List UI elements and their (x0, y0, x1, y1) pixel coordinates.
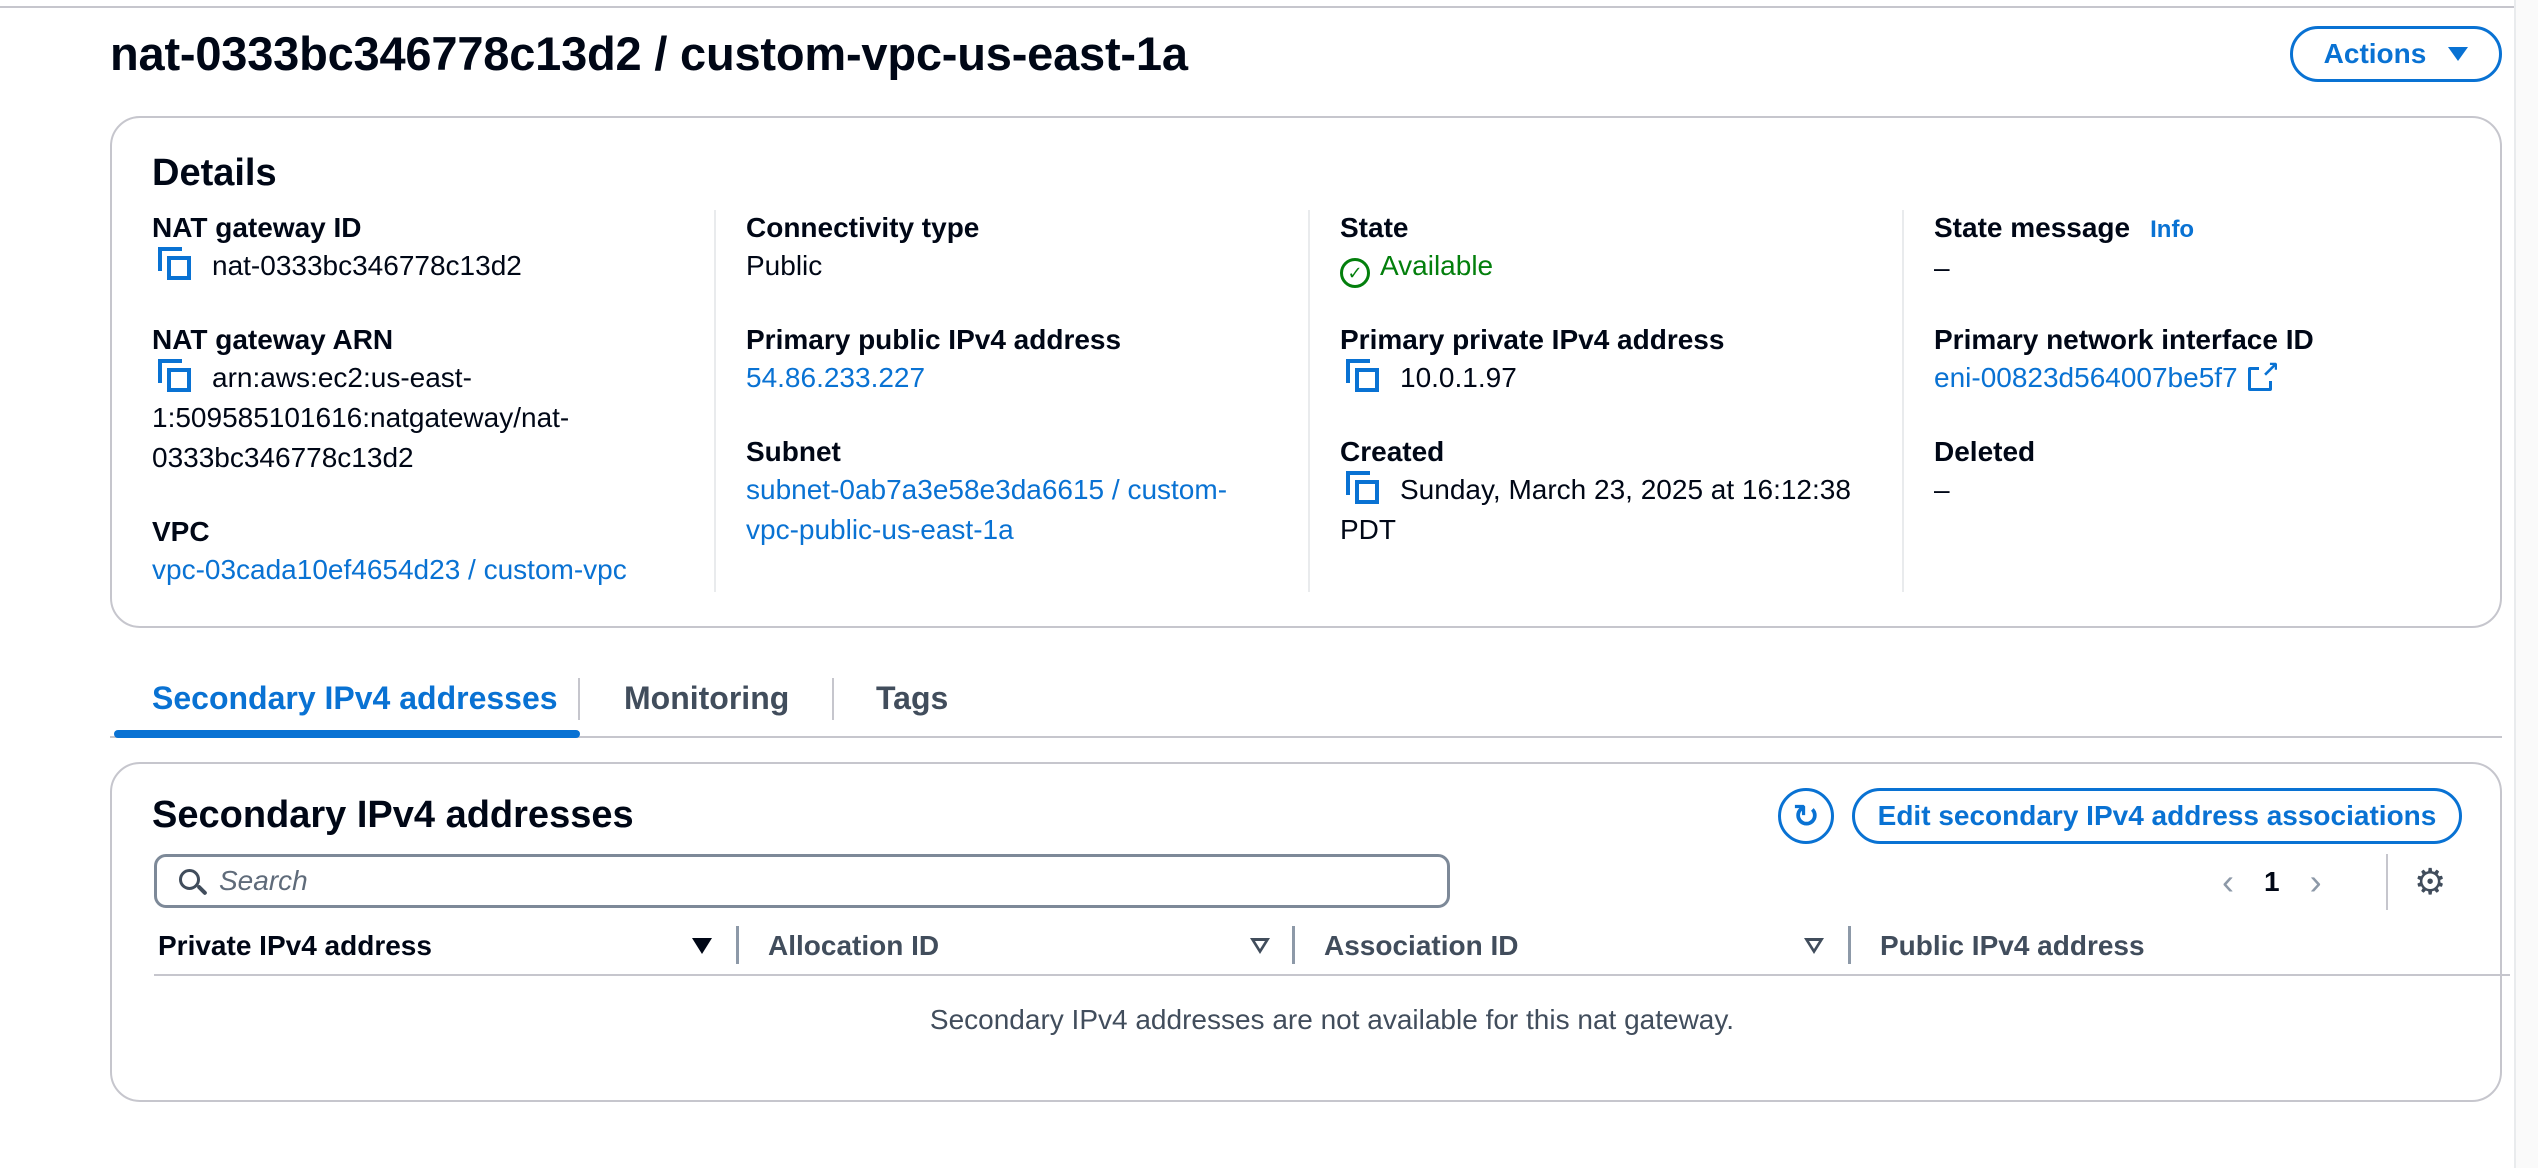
search-placeholder: Search (219, 865, 308, 896)
details-column-2: Connectivity type Public Primary public … (746, 210, 1286, 592)
nat-gateway-arn-line1: arn:aws:ec2:us-east- (212, 362, 472, 393)
info-link[interactable]: Info (2150, 216, 2194, 243)
vpc-label: VPC (152, 516, 210, 547)
tab-monitoring[interactable]: Monitoring (624, 680, 789, 717)
state-message-label: State message (1934, 212, 2131, 243)
check-circle-icon: ✓ (1340, 258, 1370, 288)
secondary-ipv4-panel: Secondary IPv4 addresses ↻ Edit secondar… (110, 762, 2510, 1102)
nat-gateway-arn-field: NAT gateway ARN arn:aws:ec2:us-east- 1:5… (152, 322, 569, 478)
refresh-icon: ↻ (1792, 798, 1820, 834)
copy-icon[interactable] (1346, 359, 1380, 393)
copy-icon[interactable] (1346, 471, 1380, 505)
vpc-field: VPC vpc-03cada10ef4654d23 / custom-vpc (152, 514, 627, 590)
nat-gateway-id-label: NAT gateway ID (152, 212, 362, 243)
tab-secondary-ipv4-addresses[interactable]: Secondary IPv4 addresses (152, 680, 558, 717)
search-icon (179, 869, 208, 897)
primary-network-interface-link[interactable]: eni-00823d564007be5f7 (1934, 362, 2238, 393)
page-number[interactable]: 1 (2264, 866, 2280, 898)
details-column-3: State ✓ Available Primary private IPv4 ad… (1340, 210, 1880, 592)
search-input[interactable]: Search (154, 854, 1450, 908)
sort-icon[interactable] (692, 938, 712, 954)
chevron-right-icon[interactable]: › (2310, 861, 2322, 903)
nat-gateway-id-value: nat-0333bc346778c13d2 (212, 250, 522, 281)
nat-gateway-arn-label: NAT gateway ARN (152, 324, 394, 355)
primary-public-ipv4-field: Primary public IPv4 address 54.86.233.22… (746, 322, 1121, 398)
column-header-association-id[interactable]: Association ID (1324, 930, 1518, 962)
details-panel: Details NAT gateway ID nat-0333bc346778c… (110, 116, 2502, 628)
primary-private-ipv4-field: Primary private IPv4 address 10.0.1.97 (1340, 322, 1724, 398)
scrollbar-track[interactable] (2514, 0, 2538, 1168)
column-resizer[interactable] (1292, 926, 1295, 964)
refresh-button[interactable]: ↻ (1778, 788, 1834, 844)
active-tab-indicator (114, 730, 580, 738)
table-header: Private IPv4 address Allocation ID Assoc… (154, 920, 2510, 976)
sort-icon[interactable] (1804, 938, 1824, 954)
state-field: State ✓ Available (1340, 210, 1493, 288)
connectivity-type-field: Connectivity type Public (746, 210, 979, 286)
pagination: ‹ 1 › (2222, 858, 2322, 906)
column-resizer[interactable] (1848, 926, 1851, 964)
created-field: Created Sunday, March 23, 2025 at 16:12:… (1340, 434, 1851, 550)
subnet-link-line1[interactable]: subnet-0ab7a3e58e3da6615 / custom- (746, 470, 1227, 510)
primary-private-ipv4-label: Primary private IPv4 address (1340, 324, 1725, 355)
column-header-public-ipv4[interactable]: Public IPv4 address (1880, 930, 2145, 962)
column-header-allocation-id[interactable]: Allocation ID (768, 930, 939, 962)
column-divider (1902, 210, 1904, 592)
actions-button-label: Actions (2323, 38, 2427, 69)
state-message-field: State message Info – (1934, 210, 2194, 288)
column-divider (714, 210, 716, 592)
deleted-field: Deleted – (1934, 434, 2035, 510)
sort-icon[interactable] (1250, 938, 1270, 954)
empty-state-message: Secondary IPv4 addresses are not availab… (929, 1004, 1735, 1035)
tab-separator (832, 678, 834, 720)
top-border (0, 0, 2538, 8)
copy-icon[interactable] (158, 359, 192, 393)
column-divider (1308, 210, 1310, 592)
primary-public-ipv4-label: Primary public IPv4 address (746, 324, 1122, 355)
vpc-link[interactable]: vpc-03cada10ef4654d23 / custom-vpc (152, 550, 627, 590)
connectivity-type-label: Connectivity type (746, 212, 980, 243)
copy-icon[interactable] (158, 247, 192, 281)
details-column-4: State message Info – Primary network inte… (1934, 210, 2474, 592)
column-header-private-ipv4[interactable]: Private IPv4 address (158, 930, 432, 962)
created-label: Created (1340, 436, 1445, 467)
primary-public-ipv4-link[interactable]: 54.86.233.227 (746, 358, 1121, 398)
column-resizer[interactable] (736, 926, 739, 964)
nat-gateway-arn-line2: 1:509585101616:natgateway/nat- (152, 402, 570, 433)
connectivity-type-value: Public (746, 250, 823, 281)
tab-tags[interactable]: Tags (876, 680, 948, 717)
caret-down-icon (2448, 47, 2469, 61)
subnet-link-line2[interactable]: vpc-public-us-east-1a (746, 510, 1227, 550)
actions-button[interactable]: Actions (2290, 26, 2502, 82)
subnet-label: Subnet (746, 436, 841, 467)
edit-secondary-ipv4-button[interactable]: Edit secondary IPv4 address associations (1852, 788, 2462, 844)
primary-network-interface-label: Primary network interface ID (1934, 324, 2314, 355)
state-message-value: – (1934, 252, 1950, 283)
nat-gateway-id-field: NAT gateway ID nat-0333bc346778c13d2 (152, 210, 522, 286)
deleted-label: Deleted (1934, 436, 2036, 467)
secondary-ipv4-heading: Secondary IPv4 addresses (152, 794, 634, 836)
chevron-left-icon[interactable]: ‹ (2222, 861, 2234, 903)
primary-network-interface-field: Primary network interface ID eni-00823d5… (1934, 322, 2314, 398)
details-column-1: NAT gateway ID nat-0333bc346778c13d2 NAT… (152, 210, 692, 592)
created-line1: Sunday, March 23, 2025 at 16:12:38 (1400, 474, 1851, 505)
state-label: State (1340, 212, 1409, 243)
page-title: nat-0333bc346778c13d2 / custom-vpc-us-ea… (110, 27, 1188, 80)
created-line2: PDT (1340, 514, 1396, 545)
nat-gateway-arn-line3: 0333bc346778c13d2 (152, 442, 414, 473)
settings-gear-icon[interactable]: ⚙ (2414, 862, 2446, 902)
detail-tabs: Secondary IPv4 addresses Monitoring Tags (110, 664, 2502, 738)
external-link-icon[interactable]: ↗ (2247, 359, 2280, 391)
tab-separator (578, 678, 580, 720)
primary-private-ipv4-value: 10.0.1.97 (1400, 362, 1517, 393)
pager-separator (2386, 854, 2388, 910)
subnet-field: Subnet subnet-0ab7a3e58e3da6615 / custom… (746, 434, 1227, 550)
deleted-value: – (1934, 474, 1950, 505)
state-value: Available (1380, 250, 1494, 281)
details-heading: Details (152, 152, 277, 194)
